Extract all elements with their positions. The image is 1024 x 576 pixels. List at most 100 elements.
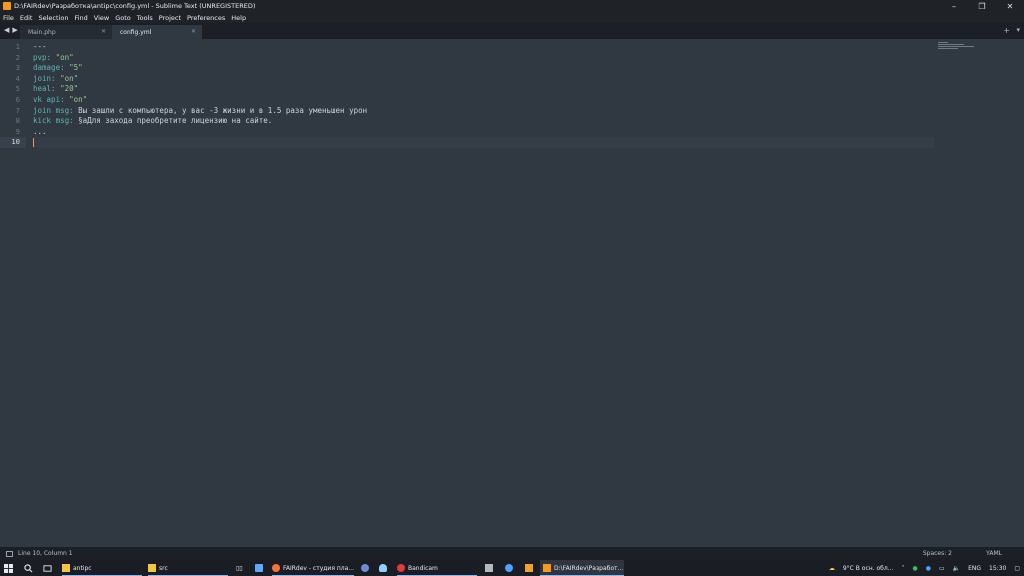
code-token: heal: xyxy=(33,84,56,94)
weather-text[interactable]: 9°C В осн. обл... xyxy=(843,565,894,572)
app-icon[interactable] xyxy=(525,560,536,576)
taskbar-item-src[interactable]: src xyxy=(148,560,228,576)
line-number: 9 xyxy=(15,126,20,136)
menu-edit[interactable]: Edit xyxy=(20,14,33,22)
code-token: "on" xyxy=(55,73,79,83)
line-number: 10 xyxy=(0,137,26,148)
menu-project[interactable]: Project xyxy=(159,14,181,22)
code-line[interactable]: ... xyxy=(33,127,934,138)
code-token: damage: xyxy=(33,63,65,73)
sublime-icon xyxy=(543,564,551,572)
syntax-selector[interactable]: YAML xyxy=(986,550,1002,557)
tray-chevron-icon[interactable]: ˄ xyxy=(901,565,904,572)
tab-prev-icon[interactable]: ◀ xyxy=(4,26,9,34)
firefox-icon xyxy=(272,564,280,572)
maximize-button[interactable]: ❐ xyxy=(968,0,996,12)
taskbar-item-sublime[interactable]: D:\FAIRdev\Разработ... xyxy=(540,560,624,576)
code-token: "20" xyxy=(55,84,79,94)
clock[interactable]: 15:30 xyxy=(989,565,1006,572)
chevron-down-icon[interactable]: ▾ xyxy=(1016,26,1020,34)
taskbar-icon-apps[interactable]: ▯▯ xyxy=(236,560,243,576)
line-number: 5 xyxy=(15,84,20,94)
menu-preferences[interactable]: Preferences xyxy=(187,14,225,22)
windows-icon xyxy=(4,563,13,573)
indentation-setting[interactable]: Spaces: 2 xyxy=(923,550,952,557)
tab-main-php[interactable]: Main.php ✕ xyxy=(20,25,112,39)
line-number: 6 xyxy=(15,94,20,104)
menu-bar: File Edit Selection Find View Goto Tools… xyxy=(0,12,1024,23)
code-line[interactable]: join msg: Вы зашли с компьютера, у вас -… xyxy=(33,106,934,117)
code-line[interactable] xyxy=(33,137,934,148)
weather-icon: ☁ xyxy=(828,564,835,572)
minimize-button[interactable]: – xyxy=(940,0,968,12)
code-line[interactable]: pvp: "on" xyxy=(33,53,934,64)
explorer-icon[interactable] xyxy=(255,560,266,576)
network-icon[interactable]: ▭ xyxy=(939,565,945,572)
tray-app-icon[interactable]: ● xyxy=(912,565,917,572)
close-window-button[interactable]: ✕ xyxy=(996,0,1024,12)
window-title: D:\FAIRdev\Разработка\antipc\config.yml … xyxy=(14,2,256,10)
status-bar: Line 10, Column 1 Spaces: 2 YAML xyxy=(0,547,1024,560)
code-line[interactable]: kick msg: §aДля захода преобретите лицен… xyxy=(33,116,934,127)
browser-icon[interactable] xyxy=(505,560,516,576)
search-icon[interactable] xyxy=(24,560,33,576)
line-number: 2 xyxy=(15,52,20,62)
panel-toggle-icon[interactable] xyxy=(6,550,13,557)
close-icon[interactable]: ✕ xyxy=(101,28,106,35)
menu-goto[interactable]: Goto xyxy=(115,14,131,22)
code-token: --- xyxy=(33,42,47,51)
windows-taskbar: antipc src ▯▯ FAIRdev - студия пла... Ba… xyxy=(0,560,1024,576)
code-token: pvp: xyxy=(33,52,52,62)
code-line[interactable]: damage: "5" xyxy=(33,63,934,74)
taskbar-item-bandicam[interactable]: Bandicam xyxy=(397,560,477,576)
menu-view[interactable]: View xyxy=(94,14,109,22)
tab-label: config.yml xyxy=(120,28,152,36)
taskbar-item-antipc[interactable]: antipc xyxy=(62,560,142,576)
code-view[interactable]: --- pvp: "on" damage: "5" join: "on" heal: "… xyxy=(33,42,934,148)
tab-next-icon[interactable]: ▶ xyxy=(12,26,17,34)
code-token: "on" xyxy=(51,52,74,62)
folder-icon xyxy=(148,564,156,572)
app-icon[interactable] xyxy=(485,560,496,576)
new-tab-icon[interactable]: + xyxy=(1003,26,1010,35)
editor-area[interactable]: 1 2 3 4 5 6 7 8 9 10 --- pvp: "on" damage: "5" join:… xyxy=(0,39,1024,547)
line-number-gutter: 1 2 3 4 5 6 7 8 9 10 xyxy=(0,42,26,148)
menu-tools[interactable]: Tools xyxy=(137,14,153,22)
menu-help[interactable]: Help xyxy=(231,14,246,22)
code-line[interactable]: --- xyxy=(33,42,934,53)
code-token: ... xyxy=(33,126,47,136)
code-token: join: xyxy=(33,73,56,83)
line-number: 8 xyxy=(15,116,20,126)
menu-selection[interactable]: Selection xyxy=(38,14,68,22)
menu-find[interactable]: Find xyxy=(74,14,87,22)
code-token: §aДля захода преобретите лицензию на сай… xyxy=(73,116,273,126)
tray-app-icon[interactable]: ● xyxy=(926,565,931,572)
cloud-icon[interactable] xyxy=(379,560,390,576)
discord-icon[interactable] xyxy=(361,560,372,576)
bandicam-icon xyxy=(397,564,405,572)
code-line[interactable]: join: "on" xyxy=(33,74,934,85)
tab-bar: ◀ ▶ Main.php ✕ config.yml ✕ + ▾ xyxy=(0,23,1024,39)
menu-file[interactable]: File xyxy=(3,14,14,22)
volume-icon[interactable]: 🔈 xyxy=(953,565,960,572)
system-tray: ☁ 9°C В осн. обл... ˄ ● ● ▭ 🔈 ENG 15:30 … xyxy=(825,560,1024,576)
start-button[interactable] xyxy=(4,560,13,576)
tab-label: Main.php xyxy=(28,28,56,36)
task-view-icon[interactable] xyxy=(43,560,52,576)
close-icon[interactable]: ✕ xyxy=(191,28,196,35)
sublime-icon xyxy=(3,2,11,10)
language-indicator[interactable]: ENG xyxy=(968,565,981,572)
code-token: join msg: xyxy=(33,105,74,115)
line-number: 3 xyxy=(15,63,20,73)
tab-navigation: ◀ ▶ xyxy=(4,26,18,34)
code-token: "5" xyxy=(64,63,83,73)
tab-config-yml[interactable]: config.yml ✕ xyxy=(112,25,202,39)
minimap[interactable] xyxy=(938,42,974,52)
code-token: vk api: xyxy=(33,94,65,104)
window-controls: – ❐ ✕ xyxy=(940,0,1024,12)
taskbar-item-firefox[interactable]: FAIRdev - студия пла... xyxy=(272,560,354,576)
code-line[interactable]: vk api: "on" xyxy=(33,95,934,106)
notifications-icon[interactable]: ▢ xyxy=(1014,565,1020,572)
code-line[interactable]: heal: "20" xyxy=(33,84,934,95)
line-number: 7 xyxy=(15,105,20,115)
